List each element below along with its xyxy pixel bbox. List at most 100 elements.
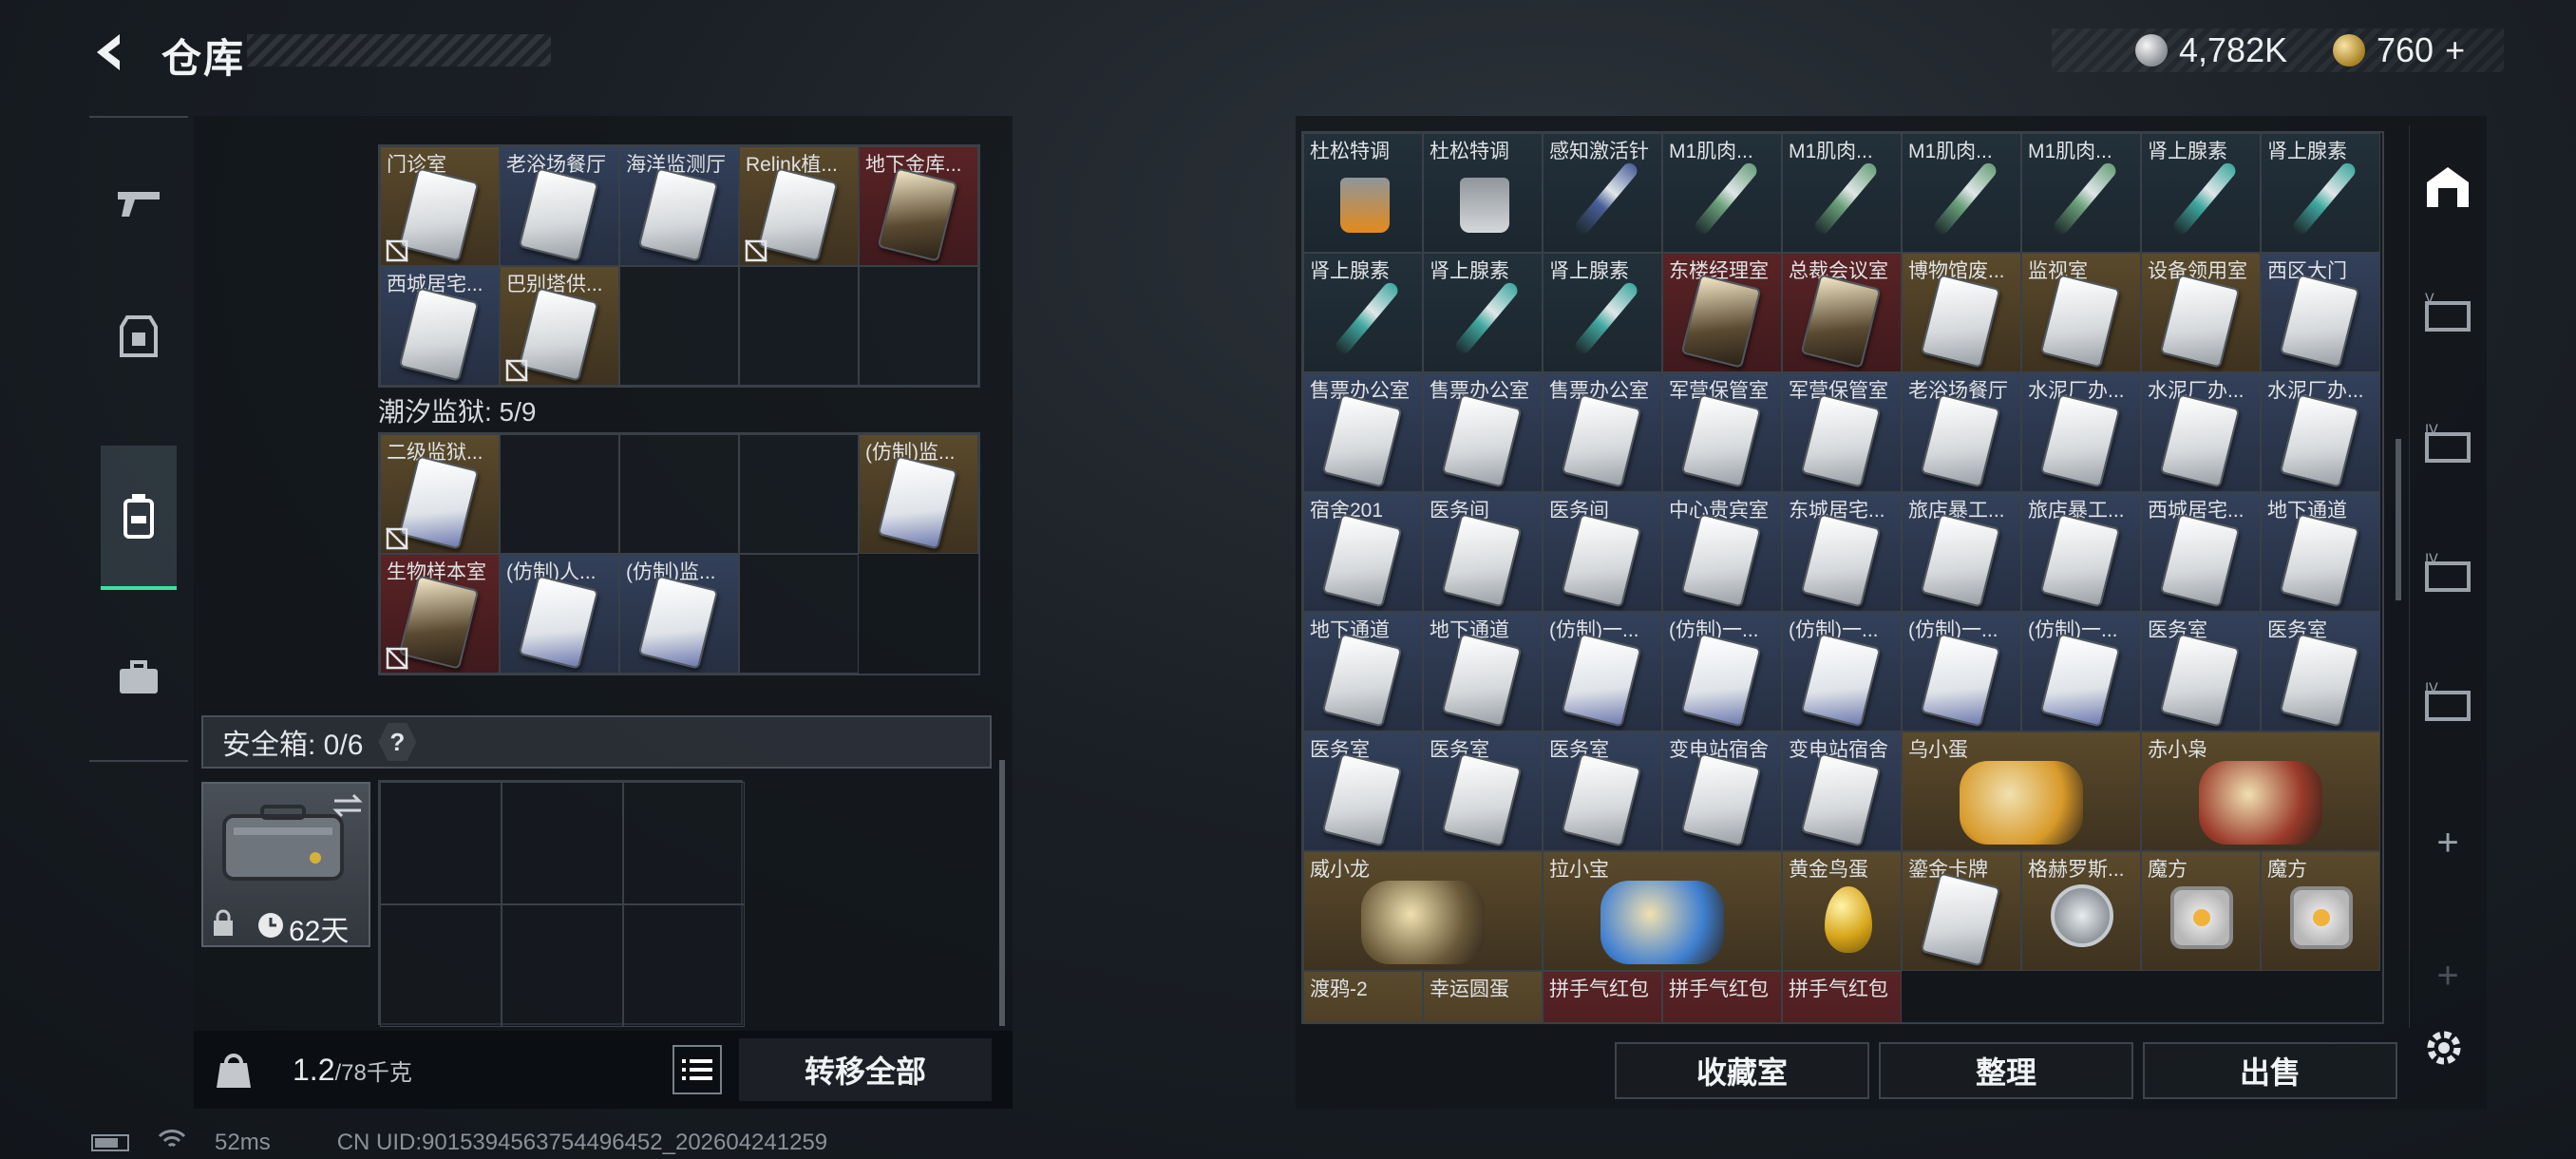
warehouse-item[interactable]: 旅店暴工... [2021,492,2141,612]
key-card-slot[interactable]: 老浴场餐厅 [500,146,619,266]
tab-stash-5[interactable]: V [2415,279,2480,346]
settings-button[interactable] [2420,1024,2468,1076]
warehouse-item[interactable]: 杜松特调 [1423,133,1543,253]
empty-slot[interactable] [500,434,619,554]
warehouse-item[interactable]: 幸运圆蛋 [1423,971,1543,1022]
warehouse-item[interactable]: (仿制)一... [2021,612,2141,732]
warehouse-item[interactable]: 地下通道 [1423,612,1543,732]
safe-box-slot[interactable] [380,782,502,904]
warehouse-item[interactable]: 肾上腺素 [1303,253,1423,372]
warehouse-item[interactable]: 黄金鸟蛋 [1782,851,1902,971]
warehouse-item[interactable]: 威小龙 [1303,851,1543,971]
warehouse-item[interactable]: 乌小蛋 [1902,732,2141,851]
warehouse-item[interactable]: 医务间 [1543,492,1662,612]
warehouse-item[interactable]: 杜松特调 [1303,133,1423,253]
warehouse-item[interactable]: 赤小枭 [2141,732,2380,851]
warehouse-item[interactable]: 医务间 [1423,492,1543,612]
warehouse-item[interactable]: 宿舍201 [1303,492,1423,612]
tab-all-warehouse[interactable] [2415,154,2480,220]
warehouse-item[interactable]: 水泥厂办... [2141,372,2261,492]
warehouse-item[interactable]: 博物馆废... [1902,253,2021,372]
warehouse-item[interactable]: 中心贵宾室 [1662,492,1782,612]
warehouse-item[interactable]: 肾上腺素 [2141,133,2261,253]
add-gold-icon[interactable]: + [2445,30,2465,70]
warehouse-item[interactable]: 肾上腺素 [2261,133,2380,253]
warehouse-item[interactable]: (仿制)一... [1543,612,1662,732]
safe-box-slot[interactable] [502,904,623,1027]
warehouse-item[interactable]: 西城居宅... [2141,492,2261,612]
warehouse-item[interactable]: 老浴场餐厅 [1902,372,2021,492]
safe-box-slot[interactable] [623,782,745,904]
left-scrollbar[interactable] [999,760,1005,1026]
key-card-slot[interactable]: (仿制)人... [500,554,619,674]
key-card-slot[interactable]: 门诊室 [380,146,500,266]
empty-slot[interactable] [739,434,859,554]
help-icon[interactable]: ? [378,723,417,761]
warehouse-item[interactable]: 地下通道 [2261,492,2380,612]
warehouse-item[interactable]: 售票办公室 [1423,372,1543,492]
warehouse-item[interactable]: 军营保管室 [1662,372,1782,492]
right-scrollbar[interactable] [2396,439,2401,600]
warehouse-item[interactable]: (仿制)一... [1782,612,1902,732]
warehouse-item[interactable]: 军营保管室 [1782,372,1902,492]
warehouse-item[interactable]: 水泥厂办... [2021,372,2141,492]
warehouse-item[interactable]: 医务室 [2261,612,2380,732]
key-card-slot[interactable]: Relink植... [739,146,859,266]
key-card-slot[interactable]: 二级监狱... [380,434,500,554]
warehouse-item[interactable]: 鎏金卡牌 [1902,851,2021,971]
warehouse-item[interactable]: 旅店暴工... [1902,492,2021,612]
warehouse-item[interactable]: 肾上腺素 [1423,253,1543,372]
warehouse-item[interactable]: 售票办公室 [1303,372,1423,492]
warehouse-item[interactable]: 变电站宿舍 [1782,732,1902,851]
warehouse-item[interactable]: 东楼经理室 [1662,253,1782,372]
warehouse-item[interactable]: 设备领用室 [2141,253,2261,372]
warehouse-item[interactable]: 变电站宿舍 [1662,732,1782,851]
back-button[interactable] [87,28,135,76]
warehouse-item[interactable]: 总裁会议室 [1782,253,1902,372]
warehouse-item[interactable]: 格赫罗斯... [2021,851,2141,971]
empty-slot[interactable] [619,266,739,386]
warehouse-item[interactable]: 医务室 [1543,732,1662,851]
key-card-slot[interactable]: 西城居宅... [380,266,500,386]
warehouse-item[interactable]: M1肌肉... [1782,133,1902,253]
swap-icon[interactable] [331,791,365,820]
warehouse-item[interactable]: (仿制)一... [1662,612,1782,732]
warehouse-item[interactable]: 拼手气红包 [1543,971,1662,1022]
tab-stash-4a[interactable]: IV [2415,410,2480,477]
warehouse-item[interactable]: 地下通道 [1303,612,1423,732]
warehouse-item[interactable]: 监视室 [2021,253,2141,372]
key-card-slot[interactable]: 巴别塔供... [500,266,619,386]
warehouse-item[interactable]: 感知激活针 [1543,133,1662,253]
warehouse-item[interactable]: 医务室 [1423,732,1543,851]
tab-weapons[interactable] [99,156,179,251]
warehouse-item[interactable]: 拼手气红包 [1662,971,1782,1022]
sort-button[interactable]: 整理 [1879,1042,2133,1099]
tab-containers[interactable] [99,631,179,726]
safe-box-slot[interactable] [502,782,623,904]
key-card-slot[interactable]: 生物样本室 [380,554,500,674]
tab-armor[interactable] [99,289,179,384]
key-card-slot[interactable]: 地下金库... [859,146,978,266]
warehouse-item[interactable]: M1肌肉... [1902,133,2021,253]
add-stash-button[interactable]: + [2415,809,2480,876]
warehouse-item[interactable]: (仿制)一... [1902,612,2021,732]
key-card-slot[interactable]: 海洋监测厅 [619,146,739,266]
warehouse-item[interactable]: 肾上腺素 [1543,253,1662,372]
warehouse-item[interactable]: 渡鸦-2 [1303,971,1423,1022]
warehouse-item[interactable]: 魔方 [2141,851,2261,971]
warehouse-item[interactable]: 水泥厂办... [2261,372,2380,492]
empty-slot[interactable] [739,554,859,674]
tab-stash-4c[interactable]: IV [2415,669,2480,735]
warehouse-item[interactable]: 拼手气红包 [1782,971,1902,1022]
key-card-slot[interactable]: (仿制)监... [859,434,978,554]
warehouse-item[interactable]: M1肌肉... [1662,133,1782,253]
warehouse-item[interactable]: 西区大门 [2261,253,2380,372]
warehouse-item[interactable]: 医务室 [1303,732,1423,851]
empty-slot[interactable] [739,266,859,386]
warehouse-item[interactable]: 医务室 [2141,612,2261,732]
list-view-button[interactable] [672,1045,722,1094]
warehouse-item[interactable]: 拉小宝 [1543,851,1782,971]
warehouse-item[interactable]: M1肌肉... [2021,133,2141,253]
warehouse-item[interactable]: 魔方 [2261,851,2380,971]
collection-room-button[interactable]: 收藏室 [1615,1042,1869,1099]
